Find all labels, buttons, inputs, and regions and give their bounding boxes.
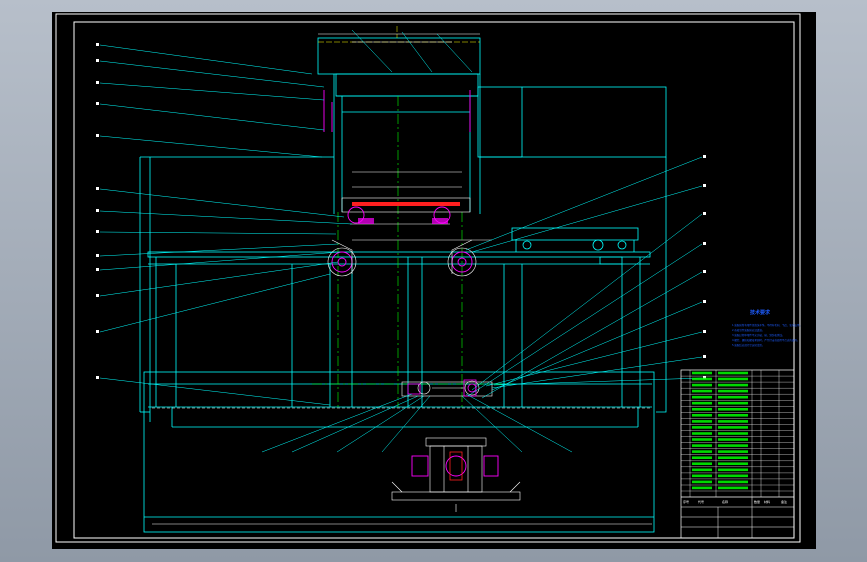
- tech-req-line: 5.装配后应进行空运转试验。: [732, 343, 764, 347]
- parts-cell-mark: [718, 486, 748, 490]
- parts-cell-mark: [692, 414, 712, 417]
- parts-cell-mark: [718, 456, 748, 459]
- parts-cell-mark: [692, 450, 712, 453]
- parts-cell-mark: [692, 456, 712, 459]
- parts-cell-mark: [692, 432, 712, 435]
- parts-cell-mark: [718, 395, 748, 399]
- technical-requirements: 技术要求 1.装配前所有零件须清洗干净，不得有毛刺、飞边、氧化皮等。 2.各密封…: [732, 309, 802, 347]
- tech-req-title: 技术要求: [750, 309, 771, 316]
- parts-cell-mark: [718, 426, 748, 429]
- parts-list: [680, 369, 795, 539]
- cad-viewport[interactable]: 技术要求 1.装配前所有零件须清洗干净，不得有毛刺、飞边、氧化皮等。 2.各密封…: [52, 12, 816, 549]
- roller-mechanism: [323, 90, 477, 277]
- leader-lines: [99, 29, 703, 453]
- tech-req-line: 4.螺钉、螺栓和螺母紧固时，严禁打击或使用不合适的旋具。: [732, 338, 799, 342]
- drawing-border-inner: [73, 21, 795, 539]
- parts-header-code: 代号: [698, 499, 704, 504]
- parts-cell-mark: [692, 395, 712, 399]
- parts-cell-mark: [718, 450, 748, 453]
- parts-cell-mark: [692, 486, 712, 490]
- parts-cell-mark: [692, 408, 712, 411]
- parts-cell-mark: [692, 389, 712, 393]
- parts-cell-mark: [692, 371, 712, 375]
- parts-cell-mark: [692, 383, 712, 387]
- parts-cell-mark: [692, 401, 712, 405]
- parts-header-material: 材料: [764, 499, 770, 504]
- parts-cell-mark: [718, 383, 748, 387]
- dimension-lines: [152, 33, 652, 525]
- parts-cell-mark: [692, 468, 712, 472]
- parts-cell-mark: [692, 444, 712, 447]
- parts-cell-mark: [692, 462, 712, 465]
- parts-cell-mark: [718, 462, 748, 465]
- parts-cell-mark: [718, 468, 748, 472]
- parts-header-qty: 数量: [754, 499, 760, 504]
- parts-cell-mark: [718, 377, 748, 381]
- parts-cell-mark: [718, 432, 748, 435]
- parts-cell-mark: [692, 480, 712, 484]
- parts-cell-mark: [718, 371, 748, 375]
- parts-header-index: 序号: [683, 499, 689, 504]
- parts-cell-mark: [718, 480, 748, 484]
- machine-body: [139, 37, 667, 533]
- tech-req-line: 2.各密封件装配前应浸透油。: [732, 328, 764, 332]
- parts-cell-mark: [692, 474, 712, 478]
- parts-cell-mark: [718, 408, 748, 411]
- parts-cell-mark: [692, 420, 712, 423]
- parts-cell-mark: [718, 474, 748, 478]
- parts-cell-mark: [692, 438, 712, 441]
- parts-header-name: 名称: [722, 499, 728, 504]
- parts-cell-mark: [718, 414, 748, 417]
- parts-cell-mark: [718, 401, 748, 405]
- tech-req-line: 3.装配过程中零件不允许磕、碰、划伤和锈蚀。: [732, 333, 784, 337]
- cad-drawing: 技术要求 1.装配前所有零件须清洗干净，不得有毛刺、飞边、氧化皮等。 2.各密封…: [55, 13, 802, 543]
- parts-cell-mark: [692, 426, 712, 429]
- title-block: 序号 代号 名称 数量 材料 备注: [681, 496, 794, 538]
- parts-cell-mark: [718, 438, 748, 441]
- parts-header-remark: 备注: [781, 499, 787, 504]
- parts-cell-mark: [692, 377, 712, 381]
- parts-cell-mark: [718, 389, 748, 393]
- parts-cell-mark: [718, 420, 748, 423]
- drive-unit: [391, 379, 521, 512]
- tech-req-line: 1.装配前所有零件须清洗干净，不得有毛刺、飞边、氧化皮等。: [732, 323, 802, 327]
- parts-cell-mark: [718, 444, 748, 447]
